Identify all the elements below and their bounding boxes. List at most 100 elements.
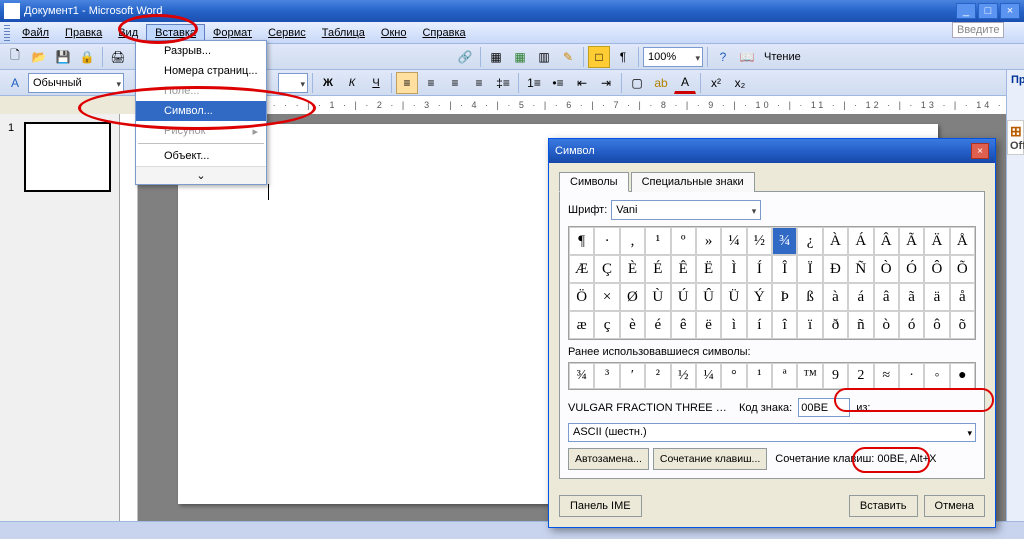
symbol-cell[interactable]: Ñ: [848, 255, 873, 283]
tab-special-chars[interactable]: Специальные знаки: [631, 172, 755, 192]
symbol-cell[interactable]: Û: [696, 283, 721, 311]
recent-symbol-cell[interactable]: ′: [620, 363, 645, 389]
symbol-cell[interactable]: å: [950, 283, 975, 311]
symbol-cell[interactable]: º: [671, 227, 696, 255]
symbol-cell[interactable]: Ö: [569, 283, 594, 311]
symbol-cell[interactable]: Ã: [899, 227, 924, 255]
read-label[interactable]: Чтение: [760, 51, 805, 63]
insert-button[interactable]: Вставить: [849, 495, 918, 517]
symbol-cell[interactable]: ,: [620, 227, 645, 255]
symbol-cell[interactable]: Ï: [797, 255, 822, 283]
symbol-cell[interactable]: â: [874, 283, 899, 311]
shortcut-key-button[interactable]: Сочетание клавиш...: [653, 448, 767, 470]
symbol-cell[interactable]: á: [848, 283, 873, 311]
maximize-button[interactable]: □: [978, 3, 998, 19]
styles-icon[interactable]: A: [4, 72, 26, 94]
symbol-cell[interactable]: Ê: [671, 255, 696, 283]
symbol-cell[interactable]: ñ: [848, 311, 873, 339]
menu-break[interactable]: Разрыв...: [136, 41, 266, 61]
bullet-list-icon[interactable]: •≡: [547, 72, 569, 94]
align-justify-icon[interactable]: ≡: [468, 72, 490, 94]
outdent-icon[interactable]: ⇤: [571, 72, 593, 94]
menu-view[interactable]: Вид: [110, 25, 146, 41]
symbol-cell[interactable]: ô: [924, 311, 949, 339]
symbol-cell[interactable]: õ: [950, 311, 975, 339]
symbol-cell[interactable]: è: [620, 311, 645, 339]
recent-symbol-cell[interactable]: °: [721, 363, 746, 389]
tables-icon[interactable]: ▦: [485, 46, 507, 68]
print-icon[interactable]: 🖨: [107, 46, 129, 68]
symbol-cell[interactable]: ì: [721, 311, 746, 339]
symbol-cell[interactable]: Ó: [899, 255, 924, 283]
columns-icon[interactable]: ▥: [533, 46, 555, 68]
fontsize-combo[interactable]: [278, 73, 308, 93]
dialog-close-icon[interactable]: ×: [971, 143, 989, 159]
symbol-cell[interactable]: ç: [594, 311, 619, 339]
menu-window[interactable]: Окно: [373, 25, 415, 41]
symbol-cell[interactable]: Í: [747, 255, 772, 283]
symbol-cell[interactable]: Þ: [772, 283, 797, 311]
read-icon[interactable]: 📖: [736, 46, 758, 68]
symbol-cell[interactable]: É: [645, 255, 670, 283]
symbol-cell[interactable]: »: [696, 227, 721, 255]
permissions-icon[interactable]: 🔒: [76, 46, 98, 68]
highlight-icon[interactable]: ab: [650, 72, 672, 94]
minimize-button[interactable]: _: [956, 3, 976, 19]
symbol-cell[interactable]: ð: [823, 311, 848, 339]
symbol-cell[interactable]: Ç: [594, 255, 619, 283]
recent-symbol-cell[interactable]: 9: [823, 363, 848, 389]
recent-symbol-cell[interactable]: ª: [772, 363, 797, 389]
font-combo[interactable]: Vani: [611, 200, 761, 220]
recent-symbol-cell[interactable]: ³: [594, 363, 619, 389]
symbol-cell[interactable]: ß: [797, 283, 822, 311]
symbol-cell[interactable]: æ: [569, 311, 594, 339]
font-color-icon[interactable]: A: [674, 72, 696, 94]
open-icon[interactable]: 📂: [28, 46, 50, 68]
menu-expand-icon[interactable]: ⌄: [136, 166, 266, 184]
recent-symbol-cell[interactable]: ¼: [696, 363, 721, 389]
recent-symbol-cell[interactable]: ◦: [924, 363, 949, 389]
superscript-icon[interactable]: x²: [705, 72, 727, 94]
symbol-cell[interactable]: Ì: [721, 255, 746, 283]
symbol-cell[interactable]: È: [620, 255, 645, 283]
symbol-cell[interactable]: ó: [899, 311, 924, 339]
autocorrect-button[interactable]: Автозамена...: [568, 448, 649, 470]
symbol-cell[interactable]: Ý: [747, 283, 772, 311]
symbol-cell[interactable]: Õ: [950, 255, 975, 283]
doc-map-icon[interactable]: □: [588, 46, 610, 68]
menu-table[interactable]: Таблица: [314, 25, 373, 41]
drawing-icon[interactable]: ✎: [557, 46, 579, 68]
symbol-cell[interactable]: ê: [671, 311, 696, 339]
code-input[interactable]: [798, 398, 850, 417]
symbol-cell[interactable]: î: [772, 311, 797, 339]
symbol-cell[interactable]: Á: [848, 227, 873, 255]
symbol-cell[interactable]: À: [823, 227, 848, 255]
borders-icon[interactable]: ▢: [626, 72, 648, 94]
symbol-cell[interactable]: í: [747, 311, 772, 339]
symbol-cell[interactable]: Ä: [924, 227, 949, 255]
symbol-cell[interactable]: ×: [594, 283, 619, 311]
symbol-cell[interactable]: ¾: [772, 227, 797, 255]
align-right-icon[interactable]: ≡: [444, 72, 466, 94]
symbol-cell[interactable]: ã: [899, 283, 924, 311]
symbol-cell[interactable]: ¿: [797, 227, 822, 255]
symbol-cell[interactable]: ë: [696, 311, 721, 339]
menu-insert[interactable]: Вставка: [146, 24, 205, 42]
paragraph-mark-icon[interactable]: ¶: [612, 46, 634, 68]
dialog-titlebar[interactable]: Символ ×: [549, 139, 995, 163]
recent-symbol-cell[interactable]: ●: [950, 363, 975, 389]
menu-picture[interactable]: Рисунок▸: [136, 121, 266, 141]
recent-symbol-cell[interactable]: ¾: [569, 363, 594, 389]
close-button[interactable]: ×: [1000, 3, 1020, 19]
excel-icon[interactable]: ▦: [509, 46, 531, 68]
encoding-combo[interactable]: ASCII (шестн.): [568, 423, 976, 442]
menu-help[interactable]: Справка: [414, 25, 473, 41]
style-combo[interactable]: Обычный: [28, 73, 124, 93]
symbol-cell[interactable]: ¹: [645, 227, 670, 255]
menu-edit[interactable]: Правка: [57, 25, 110, 41]
symbol-cell[interactable]: Æ: [569, 255, 594, 283]
recent-symbol-cell[interactable]: ™: [797, 363, 822, 389]
recent-symbol-cell[interactable]: ·: [899, 363, 924, 389]
link-icon[interactable]: 🔗: [454, 46, 476, 68]
symbol-cell[interactable]: ¶: [569, 227, 594, 255]
